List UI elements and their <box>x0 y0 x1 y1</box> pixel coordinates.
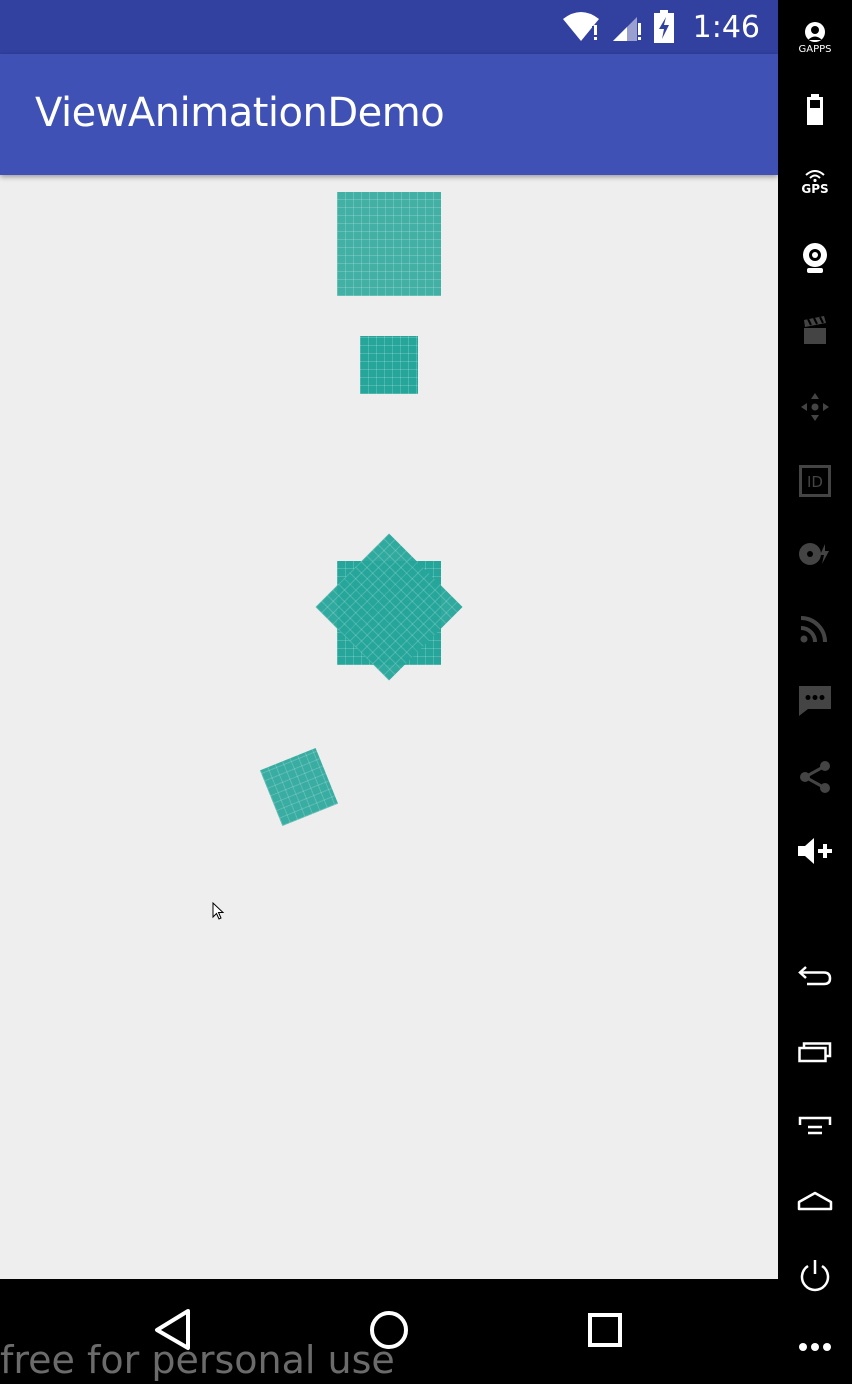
overview-windows-icon <box>798 1042 832 1063</box>
gps-signal-icon <box>805 170 825 182</box>
side-device-id[interactable]: ID <box>778 453 852 509</box>
side-camera[interactable] <box>778 230 852 286</box>
side-nfc[interactable] <box>778 526 852 582</box>
volume-up-icon <box>798 838 832 864</box>
side-more[interactable] <box>778 1319 852 1375</box>
status-time: 1:46 <box>692 9 760 45</box>
id-card-icon: ID <box>799 465 831 497</box>
gapps-label: GAPPS <box>798 44 832 55</box>
home-outline-icon <box>797 1191 833 1211</box>
alpha-tile <box>337 192 441 296</box>
disk-bolt-icon <box>799 543 829 565</box>
scale-tile <box>360 336 418 394</box>
side-share[interactable] <box>778 749 852 805</box>
side-screenrecord[interactable] <box>778 303 852 359</box>
mouse-cursor-icon <box>212 902 225 920</box>
clapperboard-icon <box>804 316 826 344</box>
side-gapps[interactable]: GAPPS <box>778 10 852 66</box>
side-menu[interactable] <box>778 1099 852 1155</box>
side-dpad[interactable] <box>778 379 852 435</box>
side-cast[interactable] <box>778 600 852 656</box>
battery-icon <box>807 94 823 125</box>
more-dots-icon <box>799 1343 831 1351</box>
share-icon <box>800 761 830 793</box>
dpad-icon <box>801 393 829 421</box>
gapps-icon <box>805 22 825 42</box>
undo-arrow-icon <box>798 966 832 986</box>
side-overview[interactable] <box>778 1024 852 1080</box>
emulator-side-panel: GAPPS GPS ID <box>778 0 852 1384</box>
side-home[interactable] <box>778 1173 852 1229</box>
side-volume-up[interactable] <box>778 823 852 879</box>
side-gps[interactable]: GPS <box>778 155 852 211</box>
side-power[interactable] <box>778 1247 852 1303</box>
menu-icon <box>798 1116 832 1135</box>
status-bar: 1:46 <box>0 0 778 54</box>
watermark: free for personal use <box>0 1338 395 1382</box>
device-screen: 1:46 ViewAnimationDemo free for personal… <box>0 0 778 1384</box>
side-sms[interactable] <box>778 673 852 729</box>
id-label: ID <box>807 473 823 491</box>
gps-label: GPS <box>801 182 829 196</box>
battery-charging-icon <box>653 10 674 43</box>
webcam-icon <box>803 243 827 273</box>
app-title: ViewAnimationDemo <box>35 90 445 136</box>
app-bar: ViewAnimationDemo <box>0 54 778 175</box>
recents-icon[interactable] <box>580 1304 630 1354</box>
wifi-icon <box>562 12 599 41</box>
power-icon <box>800 1260 830 1292</box>
rss-cast-icon <box>800 616 827 643</box>
side-back[interactable] <box>778 948 852 1004</box>
translate-tile <box>259 747 339 827</box>
cell-signal-icon <box>612 17 641 41</box>
side-battery[interactable] <box>778 82 852 138</box>
message-icon <box>799 686 831 716</box>
